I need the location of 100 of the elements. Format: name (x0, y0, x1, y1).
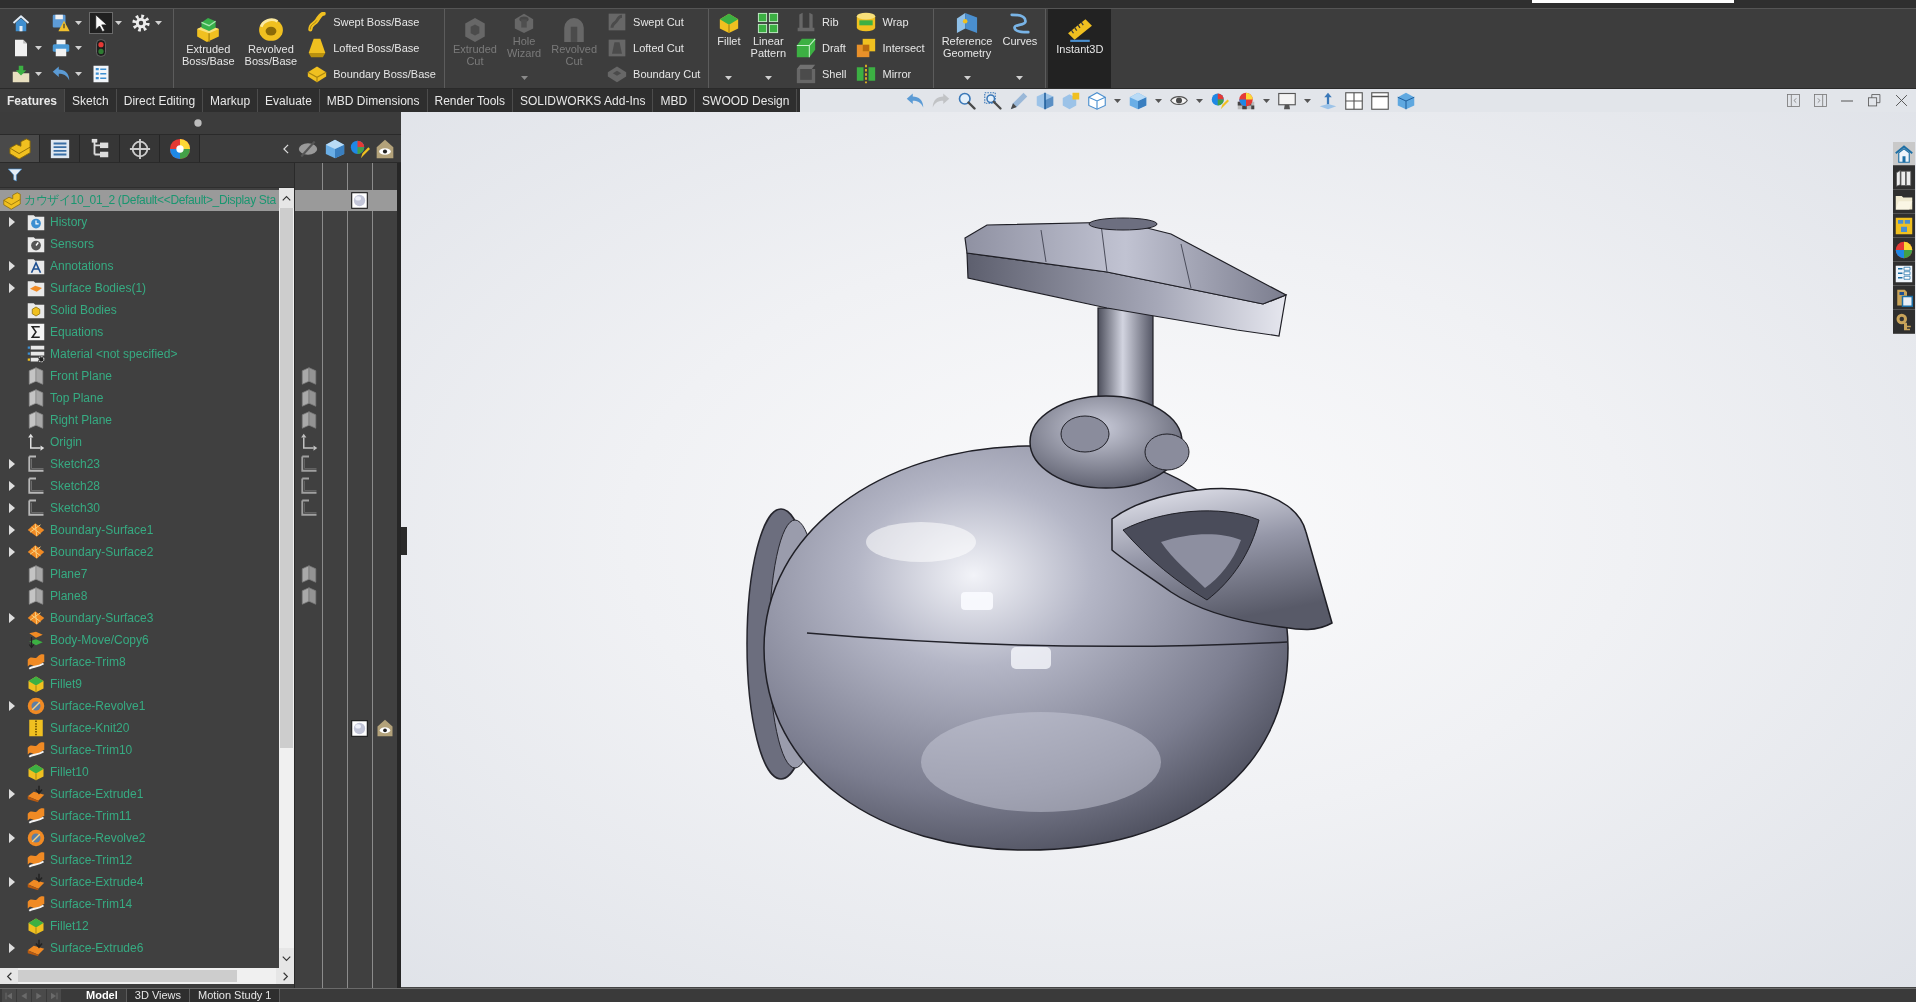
sketch-icon[interactable] (299, 499, 318, 517)
expand-arrow-icon[interactable] (9, 833, 15, 843)
plane-icon[interactable] (299, 565, 318, 583)
feature-tree-item[interactable]: Surface-Extrude1 (27, 784, 144, 804)
expand-arrow-icon[interactable] (9, 459, 15, 469)
feature-tree-item[interactable]: Plane8 (27, 586, 88, 606)
task-pane-tab[interactable] (1893, 262, 1915, 286)
caret-icon[interactable] (764, 76, 772, 80)
feature-tree-item[interactable]: Sketch30 (27, 498, 101, 518)
filter-icon[interactable] (7, 167, 23, 183)
slashed-ellipse-icon[interactable] (298, 138, 318, 159)
feature-tree-item[interactable]: Equations (27, 322, 104, 342)
plane-icon[interactable] (299, 367, 318, 385)
tool-button[interactable]: Boundary Boss/Base (307, 61, 436, 87)
expand-arrow-icon[interactable] (9, 261, 15, 271)
caret-icon[interactable] (35, 46, 42, 51)
view-tool-button[interactable] (981, 89, 1005, 112)
feature-tree-item[interactable]: Fillet12 (27, 916, 89, 936)
panel-collapse-handle[interactable] (401, 527, 407, 555)
feature-tree-item[interactable]: Surface-Knit20 (27, 718, 130, 738)
caret-icon[interactable] (1114, 98, 1121, 103)
expand-arrow-icon[interactable] (9, 701, 15, 711)
panel-tab[interactable] (80, 135, 120, 162)
tool-button[interactable]: Wrap (856, 9, 925, 35)
caret-icon[interactable] (155, 20, 162, 25)
vertical-scrollbar[interactable] (279, 188, 294, 968)
feature-tree-item[interactable]: Fillet9 (27, 674, 82, 694)
caret-icon[interactable] (115, 20, 122, 25)
feature-tree-item[interactable]: Sketch23 (27, 454, 101, 474)
tool-button[interactable]: Revolved Boss/Base (240, 9, 302, 88)
caret-icon[interactable] (75, 71, 82, 76)
tool-button[interactable]: Reference Geometry (937, 9, 997, 76)
task-pane-tab[interactable] (1893, 310, 1915, 334)
feature-tree-item[interactable]: Boundary-Surface1 (27, 520, 154, 540)
origin-axes-icon[interactable] (299, 433, 318, 451)
expand-arrow-icon[interactable] (9, 547, 15, 557)
feature-tree-item[interactable]: Solid Bodies (27, 300, 117, 320)
plane-icon[interactable] (299, 389, 318, 407)
feature-tree-item[interactable]: Surface-Trim14 (27, 894, 133, 914)
caret-icon[interactable] (1016, 76, 1024, 80)
expand-arrow-icon[interactable] (9, 503, 15, 513)
tool-button[interactable]: Fillet (713, 9, 745, 76)
plane-icon[interactable] (299, 411, 318, 429)
feature-tree-item[interactable]: Plane7 (27, 564, 88, 584)
feature-tree-item[interactable]: Surface-Revolve2 (27, 828, 146, 848)
caret-icon[interactable] (75, 20, 82, 25)
feature-tree-item[interactable]: Top Plane (27, 388, 104, 408)
command-tab[interactable]: Features (0, 89, 66, 112)
task-pane-tab[interactable] (1893, 190, 1915, 214)
caret-icon[interactable] (1196, 98, 1203, 103)
panel-tab[interactable] (160, 135, 200, 162)
chevron-up-icon[interactable] (282, 193, 291, 203)
tool-button[interactable]: Extruded Boss/Base (178, 9, 239, 88)
view-tool-button[interactable] (1342, 89, 1366, 112)
sketch-icon[interactable] (299, 477, 318, 495)
caret-icon[interactable] (963, 76, 971, 80)
caret-icon[interactable] (35, 71, 42, 76)
resize-grip-icon[interactable] (194, 119, 202, 127)
task-pane-tab[interactable] (1893, 238, 1915, 262)
feature-tree-item[interactable]: Front Plane (27, 366, 113, 386)
tool-button[interactable]: Linear Pattern (746, 9, 790, 76)
expand-arrow-icon[interactable] (9, 877, 15, 887)
quick-access-button[interactable] (129, 11, 153, 34)
feature-tree-item[interactable]: Surface-Trim12 (27, 850, 133, 870)
feature-tree-item[interactable]: Surface-Extrude6 (27, 938, 144, 958)
quick-access-button[interactable] (89, 11, 113, 34)
tool-button[interactable]: Swept Boss/Base (307, 9, 436, 35)
feature-tree-item[interactable]: Surface-Trim8 (27, 652, 126, 672)
panel-tab[interactable] (120, 135, 160, 162)
feature-tree-item[interactable]: Material <not specified> (27, 344, 178, 364)
feature-tree-item[interactable]: Body-Move/Copy6 (27, 630, 149, 650)
shaded-cube-icon[interactable] (324, 138, 345, 159)
task-pane-tab[interactable] (1893, 166, 1915, 190)
caret-icon[interactable] (725, 76, 733, 80)
scrollbar-thumb[interactable] (18, 970, 237, 982)
tool-button[interactable]: Instant3D (1048, 9, 1112, 88)
feature-tree-item[interactable]: Surface-Trim10 (27, 740, 133, 760)
expand-arrow-icon[interactable] (9, 789, 15, 799)
feature-tree-item[interactable]: Sketch28 (27, 476, 101, 496)
plane-icon[interactable] (299, 587, 318, 605)
chevron-right-icon[interactable] (280, 971, 290, 981)
expand-arrow-icon[interactable] (9, 525, 15, 535)
chevron-left-icon[interactable] (4, 971, 14, 981)
expand-arrow-icon[interactable] (9, 613, 15, 623)
tool-button[interactable]: Curves (998, 9, 1042, 76)
task-pane-tab[interactable] (1893, 142, 1915, 166)
view-tool-button[interactable] (1368, 89, 1392, 112)
scrollbar-thumb[interactable] (280, 208, 293, 748)
expand-arrow-icon[interactable] (9, 943, 15, 953)
expand-arrow-icon[interactable] (9, 481, 15, 491)
tool-button[interactable]: Intersect (856, 35, 925, 61)
feature-tree-item[interactable]: Right Plane (27, 410, 113, 430)
expand-arrow-icon[interactable] (9, 217, 15, 227)
tool-button[interactable]: Draft (796, 35, 847, 61)
tool-button[interactable]: Mirror (856, 61, 925, 87)
search-field[interactable] (1532, 0, 1734, 3)
model-tab[interactable]: 3D Views (126, 989, 191, 1002)
feature-tree-item[interactable]: Annotations (27, 256, 114, 276)
feature-tree-item[interactable]: Surface-Trim11 (27, 806, 132, 826)
caret-icon[interactable] (75, 46, 82, 51)
